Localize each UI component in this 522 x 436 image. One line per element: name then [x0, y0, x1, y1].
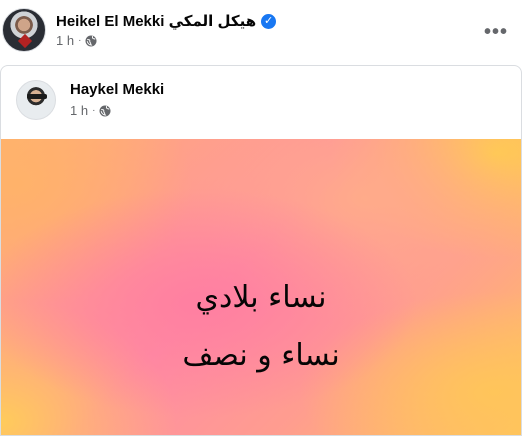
- shared-meta-separator: ·: [92, 105, 96, 116]
- shared-post-meta: 1 h ·: [70, 103, 111, 118]
- post-text-line-2: نساء و نصف: [182, 338, 340, 373]
- colored-text-background[interactable]: نساء بلادي نساء و نصف: [1, 139, 521, 435]
- post-header: Heikel El Mekki هيكل المكي ✓ 1 h · •••: [0, 0, 522, 62]
- meta-separator: ·: [78, 35, 82, 46]
- author-avatar[interactable]: [2, 8, 46, 52]
- shared-author-avatar[interactable]: [16, 80, 56, 120]
- post-meta: 1 h ·: [56, 33, 97, 48]
- more-options-button[interactable]: •••: [478, 14, 514, 50]
- author-name[interactable]: Heikel El Mekki هيكل المكي: [56, 12, 256, 30]
- shared-post-header: Haykel Mekki 1 h ·: [1, 66, 521, 139]
- shared-post-card[interactable]: Haykel Mekki 1 h · نساء بلادي نساء و نصف: [0, 65, 522, 436]
- post-text-line-1: نساء بلادي: [195, 280, 327, 315]
- shared-author-name[interactable]: Haykel Mekki: [70, 81, 164, 98]
- author-name-row: Heikel El Mekki هيكل المكي ✓: [56, 12, 277, 30]
- globe-icon: [99, 105, 111, 116]
- globe-icon: [85, 35, 97, 46]
- verified-badge-icon: ✓: [261, 13, 277, 29]
- post-time[interactable]: 1 h: [56, 33, 74, 48]
- more-options-icon: •••: [483, 20, 508, 43]
- shared-post-time[interactable]: 1 h: [70, 103, 88, 118]
